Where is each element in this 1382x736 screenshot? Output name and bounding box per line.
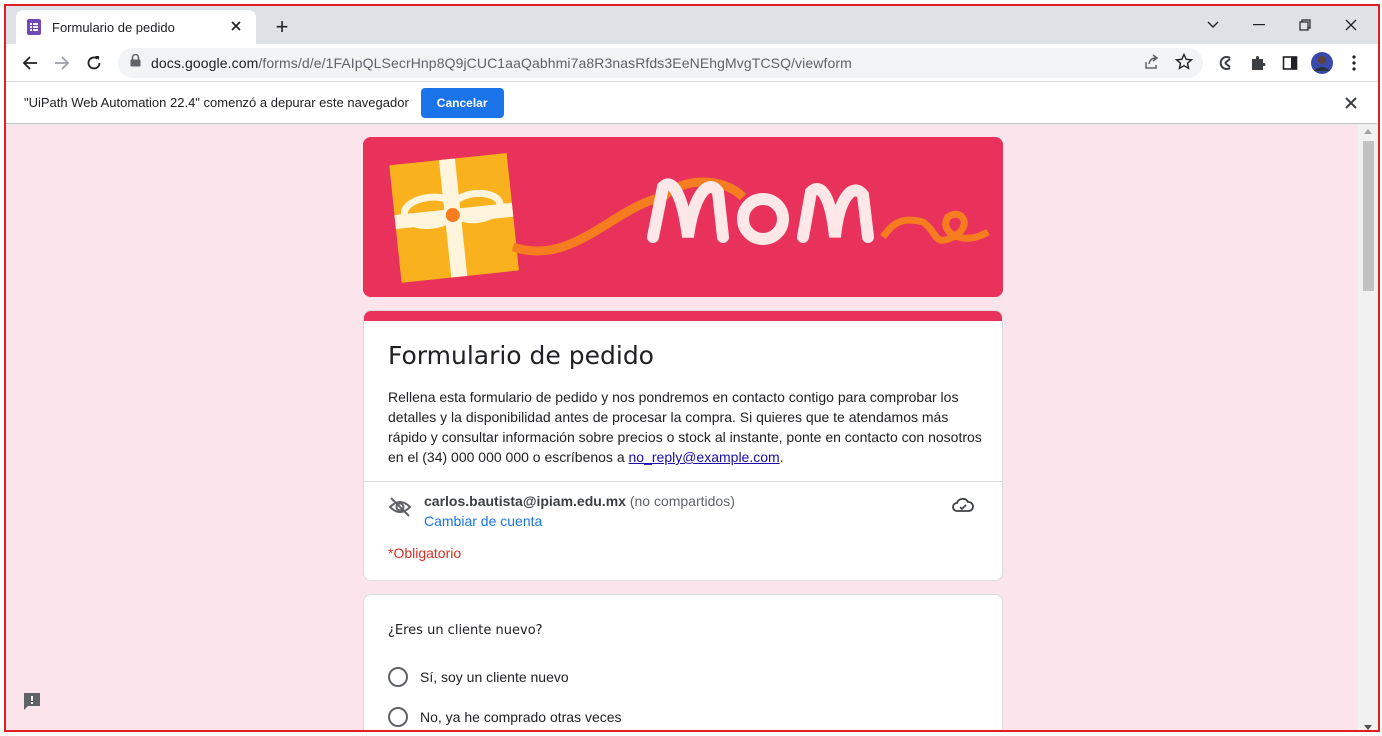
scroll-down-arrow-icon[interactable] <box>1364 725 1372 730</box>
new-tab-button[interactable]: + <box>268 14 296 42</box>
option-returning-customer[interactable]: No, ya he comprado otras veces <box>388 707 622 727</box>
infobar-message: "UiPath Web Automation 22.4" comenzó a d… <box>24 95 409 110</box>
form-header-card: Formulario de pedido Rellena esta formul… <box>363 310 1003 581</box>
scroll-up-arrow-icon[interactable] <box>1364 129 1372 134</box>
form-description: Rellena esta formulario de pedido y nos … <box>388 389 982 465</box>
profile-avatar[interactable] <box>1308 49 1336 77</box>
radio-button[interactable] <box>388 707 408 727</box>
option-new-customer[interactable]: Sí, soy un cliente nuevo <box>388 667 569 687</box>
close-window-icon[interactable] <box>1328 10 1374 40</box>
address-bar[interactable]: docs.google.com/forms/d/e/1FAIpQLSecrHnp… <box>118 48 1203 78</box>
close-infobar-icon[interactable] <box>1342 94 1360 112</box>
debugging-infobar: "UiPath Web Automation 22.4" comenzó a d… <box>6 82 1378 124</box>
url-text: docs.google.com/forms/d/e/1FAIpQLSecrHnp… <box>151 55 852 71</box>
cloud-done-icon <box>952 497 974 518</box>
lock-icon[interactable] <box>130 53 141 72</box>
report-feedback-icon[interactable] <box>22 691 42 711</box>
back-icon[interactable] <box>16 49 44 77</box>
extensions-puzzle-icon[interactable] <box>1244 49 1272 77</box>
side-panel-icon[interactable] <box>1276 49 1304 77</box>
theme-bar <box>364 311 1002 321</box>
restore-icon[interactable] <box>1282 10 1328 40</box>
forward-icon[interactable] <box>48 49 76 77</box>
minimize-icon[interactable] <box>1236 10 1282 40</box>
radio-button[interactable] <box>388 667 408 687</box>
close-tab-icon[interactable] <box>226 18 246 36</box>
option-label: Sí, soy un cliente nuevo <box>420 669 569 685</box>
extension-uipath-icon[interactable] <box>1212 49 1240 77</box>
browser-toolbar: docs.google.com/forms/d/e/1FAIpQLSecrHnp… <box>6 44 1378 82</box>
contact-email-link[interactable]: no_reply@example.com <box>629 449 780 465</box>
cancel-button[interactable]: Cancelar <box>420 87 504 118</box>
share-icon[interactable] <box>1143 53 1161 76</box>
menu-kebab-icon[interactable] <box>1340 49 1368 77</box>
page-scrollbar[interactable] <box>1358 125 1378 730</box>
switch-account-link[interactable]: Cambiar de cuenta <box>424 513 542 529</box>
bookmark-star-icon[interactable] <box>1174 52 1194 76</box>
form-page: Formulario de pedido Rellena esta formul… <box>6 125 1358 730</box>
question-card: ¿Eres un cliente nuevo? Sí, soy un clien… <box>363 594 1003 730</box>
tab-title: Formulario de pedido <box>52 19 175 35</box>
browser-window: Formulario de pedido + docs.google.com/f… <box>4 4 1380 732</box>
account-row: carlos.bautista@ipiam.edu.mx (no compart… <box>388 493 988 537</box>
tab-strip: Formulario de pedido + <box>6 6 1378 44</box>
question-title: ¿Eres un cliente nuevo? <box>388 623 543 638</box>
tab-formulario[interactable]: Formulario de pedido <box>16 10 256 44</box>
visibility-off-icon <box>388 497 412 522</box>
forms-icon <box>26 19 42 35</box>
account-email: carlos.bautista@ipiam.edu.mx (no compart… <box>424 493 735 509</box>
scroll-thumb[interactable] <box>1363 141 1374 291</box>
divider <box>364 481 1002 482</box>
header-image <box>363 137 1003 297</box>
form-title: Formulario de pedido <box>388 341 654 370</box>
option-label: No, ya he comprado otras veces <box>420 709 622 725</box>
reload-icon[interactable] <box>80 49 108 77</box>
required-note: *Obligatorio <box>388 545 462 561</box>
tab-search-icon[interactable] <box>1190 10 1236 40</box>
